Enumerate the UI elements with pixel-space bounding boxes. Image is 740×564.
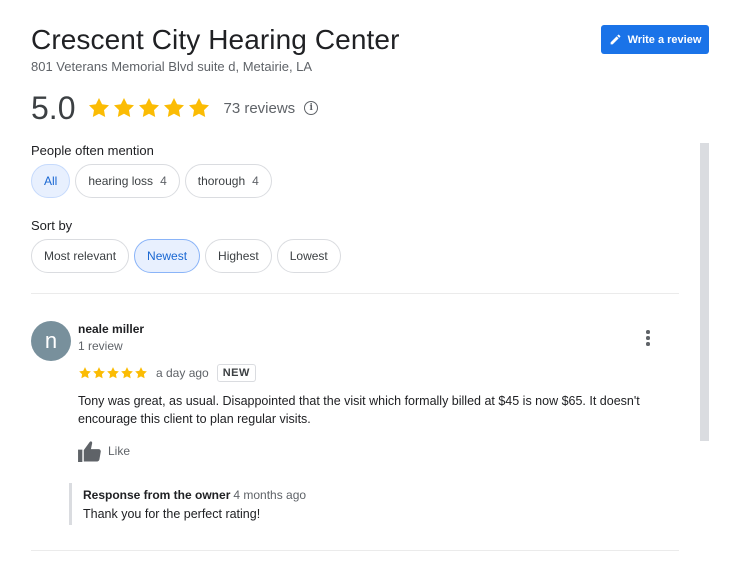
divider: [31, 550, 679, 551]
average-rating: 5.0: [31, 89, 76, 126]
chip-label: Lowest: [289, 249, 328, 263]
write-review-button[interactable]: Write a review: [601, 25, 709, 54]
chip-thorough[interactable]: thorough 4: [184, 164, 272, 198]
owner-response-header: Response from the owner 4 months ago: [83, 488, 306, 502]
chip-label: thorough: [197, 174, 246, 188]
business-name: Crescent City Hearing Center: [31, 24, 400, 55]
star-icon: [79, 367, 91, 379]
star-icon: [107, 367, 119, 379]
sort-lowest[interactable]: Lowest: [276, 239, 341, 273]
more-options-icon[interactable]: [640, 328, 656, 348]
like-label: Like: [108, 444, 131, 458]
star-icon: [121, 367, 133, 379]
sort-most-relevant[interactable]: Most relevant: [31, 239, 130, 273]
review-text: Tony was great, as usual. Disappointed t…: [78, 394, 640, 426]
rating-stars: [87, 96, 211, 120]
like-button[interactable]: Like: [78, 439, 130, 463]
reviewer-review-count: 1 review: [78, 339, 123, 353]
pencil-icon: [610, 34, 620, 45]
owner-response-title: Response from the owner: [83, 488, 231, 502]
rating-summary: 5.0 73 reviews i: [31, 88, 319, 128]
star-icon: [164, 98, 185, 118]
star-icon: [114, 98, 135, 118]
star-icon: [93, 367, 105, 379]
chip-count: 4: [160, 174, 167, 188]
sort-chips: Most relevant Newest Highest Lowest: [31, 239, 341, 273]
review-count[interactable]: 73 reviews: [223, 100, 295, 117]
chip-label: Most relevant: [44, 249, 117, 263]
review-meta: a day ago NEW: [78, 362, 256, 384]
star-icon: [89, 98, 110, 118]
star-icon: [189, 98, 210, 118]
divider: [31, 293, 679, 294]
sort-newest[interactable]: Newest: [134, 239, 201, 273]
owner-response-time: 4 months ago: [233, 488, 307, 502]
thumbs-up-icon: [78, 440, 101, 462]
reviewer-name[interactable]: neale miller: [78, 322, 144, 336]
new-badge: NEW: [216, 364, 256, 382]
star-icon: [135, 367, 147, 379]
mentions-label: People often mention: [31, 143, 154, 158]
owner-response-bar: [69, 483, 72, 525]
chip-label: All: [44, 174, 58, 188]
chip-label: Newest: [147, 249, 188, 263]
sort-label: Sort by: [31, 218, 73, 233]
chip-hearing-loss[interactable]: hearing loss 4: [75, 164, 180, 198]
write-review-label: Write a review: [627, 33, 702, 46]
review-time: a day ago: [156, 366, 209, 380]
review-stars: [78, 366, 148, 380]
info-icon[interactable]: i: [304, 101, 319, 115]
star-icon: [139, 98, 160, 118]
chip-count: 4: [252, 174, 259, 188]
sort-highest[interactable]: Highest: [205, 239, 272, 273]
owner-response-text: Thank you for the perfect rating!: [83, 507, 261, 521]
scrollbar[interactable]: [700, 143, 709, 441]
chip-all[interactable]: All: [31, 164, 71, 198]
business-address: 801 Veterans Memorial Blvd suite d, Meta…: [31, 59, 313, 74]
mentions-chips: All hearing loss 4 thorough 4: [31, 164, 272, 198]
avatar[interactable]: n: [31, 321, 71, 361]
chip-label: hearing loss: [88, 174, 154, 188]
chip-label: Highest: [218, 249, 259, 263]
